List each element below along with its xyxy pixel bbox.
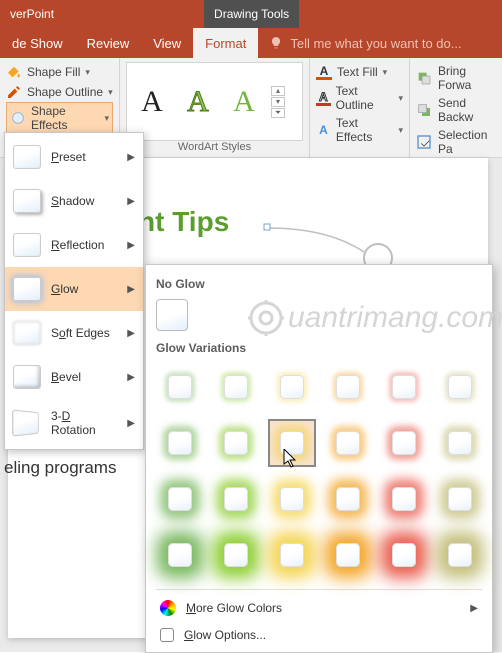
chevron-down-icon: ▾ (398, 125, 403, 136)
glow-variation[interactable] (436, 363, 484, 411)
glow-variation[interactable] (324, 531, 372, 579)
lightbulb-icon (268, 35, 284, 51)
shadow-thumb-icon (13, 189, 41, 213)
slide-body-fragment: eling programs (4, 458, 116, 478)
chevron-down-icon: ▾ (104, 113, 109, 124)
fx-bevel[interactable]: Bevel ▶ (5, 355, 143, 399)
context-tab-drawing-tools: Drawing Tools (204, 0, 299, 28)
text-fill-icon: A (316, 64, 332, 80)
wordart-style-3[interactable]: A (225, 82, 263, 122)
send-backward-icon (416, 102, 432, 118)
glow-variation[interactable] (156, 475, 204, 523)
text-effects-icon: A (316, 122, 331, 138)
glow-variations-heading: Glow Variations (156, 341, 482, 355)
text-outline-icon: A (316, 90, 331, 106)
color-wheel-icon (160, 600, 176, 616)
reflection-thumb-icon (13, 233, 41, 257)
chevron-right-icon: ▶ (470, 603, 478, 614)
tell-me-placeholder: Tell me what you want to do... (290, 36, 461, 51)
tab-review[interactable]: Review (75, 28, 142, 58)
fx-preset[interactable]: Preset ▶ (5, 135, 143, 179)
bring-forward-icon (416, 70, 432, 86)
glow-options[interactable]: Glow Options... (156, 622, 482, 648)
no-glow-heading: No Glow (156, 277, 482, 291)
fx-soft-edges[interactable]: Soft Edges ▶ (5, 311, 143, 355)
chevron-down-icon: ▾ (108, 87, 113, 98)
glow-variation[interactable] (324, 475, 372, 523)
bevel-thumb-icon (13, 365, 41, 389)
glow-variation[interactable] (436, 419, 484, 467)
preset-thumb-icon (13, 145, 41, 169)
tell-me-search[interactable]: Tell me what you want to do... (258, 28, 502, 58)
glow-variation[interactable] (268, 363, 316, 411)
glow-variation[interactable] (268, 531, 316, 579)
glow-variation[interactable] (380, 475, 428, 523)
shape-outline-button[interactable]: Shape Outline ▾ (6, 82, 113, 102)
effects-icon (10, 110, 26, 126)
chevron-right-icon: ▶ (127, 284, 135, 295)
tab-view[interactable]: View (141, 28, 193, 58)
chevron-right-icon: ▶ (127, 328, 135, 339)
chevron-down-icon: ▾ (383, 67, 388, 78)
glow-submenu: No Glow Glow Variations More Glow Colors… (145, 264, 493, 653)
soft-edges-thumb-icon (13, 321, 41, 345)
chevron-right-icon: ▶ (127, 152, 135, 163)
wordart-group-label: WordArt Styles (126, 141, 303, 153)
wordart-gallery[interactable]: A A A ▴ ▾ ⏷ (126, 62, 303, 141)
glow-variation[interactable] (268, 419, 316, 467)
selection-pane-icon (416, 134, 432, 150)
text-outline-button[interactable]: A Text Outline ▾ (316, 82, 403, 114)
fx-shadow[interactable]: Shadow ▶ (5, 179, 143, 223)
more-glow-colors[interactable]: More Glow Colors ▶ (156, 594, 482, 622)
glow-variation[interactable] (380, 531, 428, 579)
gallery-more-button[interactable]: ⏷ (271, 108, 285, 118)
selection-pane-button[interactable]: Selection Pa (416, 126, 496, 158)
chevron-right-icon: ▶ (127, 240, 135, 251)
glow-variation[interactable] (380, 419, 428, 467)
tab-format[interactable]: Format (193, 28, 258, 58)
app-title: verPoint (0, 0, 64, 28)
text-effects-button[interactable]: A Text Effects ▾ (316, 114, 403, 146)
chevron-right-icon: ▶ (127, 418, 135, 429)
shape-fill-button[interactable]: Shape Fill ▾ (6, 62, 113, 82)
glow-variation[interactable] (212, 363, 260, 411)
wordart-style-1[interactable]: A (133, 82, 171, 122)
tab-slideshow[interactable]: de Show (0, 28, 75, 58)
glow-variation[interactable] (156, 531, 204, 579)
wordart-style-2[interactable]: A (179, 82, 217, 122)
no-glow-option[interactable] (156, 299, 188, 331)
glow-options-icon (160, 628, 174, 642)
glow-variation[interactable] (380, 363, 428, 411)
chevron-down-icon: ▾ (85, 67, 90, 78)
text-fill-button[interactable]: A Text Fill ▾ (316, 62, 403, 82)
fx-3d-rotation[interactable]: 3-D Rotation ▶ (5, 399, 143, 447)
fx-reflection[interactable]: Reflection ▶ (5, 223, 143, 267)
glow-variation[interactable] (324, 363, 372, 411)
glow-variation[interactable] (324, 419, 372, 467)
pen-icon (6, 84, 22, 100)
bring-forward-button[interactable]: Bring Forwa (416, 62, 496, 94)
chevron-right-icon: ▶ (127, 196, 135, 207)
glow-variation[interactable] (156, 363, 204, 411)
gallery-down-button[interactable]: ▾ (271, 97, 285, 107)
gallery-up-button[interactable]: ▴ (271, 86, 285, 96)
glow-variation[interactable] (268, 475, 316, 523)
glow-variation[interactable] (436, 475, 484, 523)
chevron-down-icon: ▾ (398, 93, 403, 104)
bucket-icon (6, 64, 22, 80)
chevron-right-icon: ▶ (127, 372, 135, 383)
glow-variation[interactable] (156, 419, 204, 467)
shape-effects-menu: Preset ▶ Shadow ▶ Reflection ▶ Glow ▶ So… (4, 132, 144, 450)
fx-glow[interactable]: Glow ▶ (5, 267, 143, 311)
glow-variation[interactable] (212, 475, 260, 523)
glow-thumb-icon (13, 277, 41, 301)
glow-variation[interactable] (212, 419, 260, 467)
rotation-thumb-icon (12, 409, 39, 436)
glow-variation[interactable] (436, 531, 484, 579)
shape-effects-button[interactable]: Shape Effects ▾ (6, 102, 113, 134)
send-backward-button[interactable]: Send Backw (416, 94, 496, 126)
glow-variation[interactable] (212, 531, 260, 579)
